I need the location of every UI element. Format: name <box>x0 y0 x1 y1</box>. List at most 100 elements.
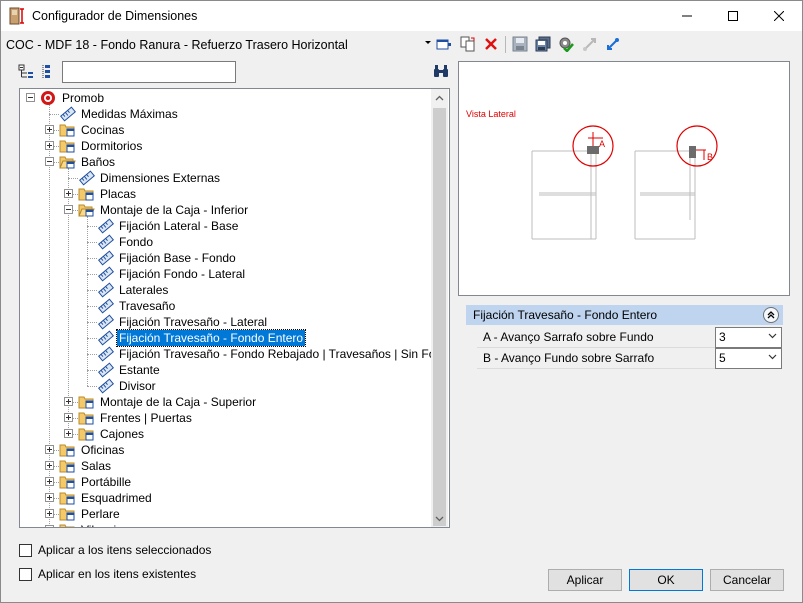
tree-item-label: Travesaño <box>119 299 176 313</box>
promob-logo-icon <box>40 90 58 106</box>
save-all-button[interactable] <box>534 35 552 53</box>
cancel-button[interactable]: Cancelar <box>710 569 784 591</box>
expand-toggle[interactable] <box>45 461 54 470</box>
expand-toggle[interactable] <box>45 525 54 527</box>
expand-toggle[interactable] <box>64 413 73 422</box>
export-arrow-icon <box>583 38 596 51</box>
close-button[interactable] <box>756 1 802 31</box>
tree-item[interactable]: Perlare <box>20 506 430 522</box>
ruler-icon <box>97 330 115 346</box>
property-group-header[interactable]: Fijación Travesaño - Fondo Entero <box>466 305 783 325</box>
collapse-toggle[interactable] <box>26 93 35 102</box>
tree-item-label: Montaje de la Caja - Inferior <box>100 203 249 217</box>
scroll-up-button[interactable] <box>431 89 448 106</box>
property-name: A - Avanço Sarrafo sobre Fundo <box>477 327 715 348</box>
tree-connector-line <box>87 242 97 243</box>
binoculars-icon[interactable] <box>433 64 449 78</box>
tree-item[interactable]: Dimensiones Externas <box>20 170 430 186</box>
tree-item[interactable]: Salas <box>20 458 430 474</box>
tree-connector-line <box>49 114 59 115</box>
tree-item[interactable]: Divisor <box>20 378 430 394</box>
tree-item[interactable]: Baños <box>20 154 430 170</box>
tree-item[interactable]: Montaje de la Caja - Superior <box>20 394 430 410</box>
app-icon <box>9 7 24 25</box>
configuration-select-value: COC - MDF 18 - Fondo Ranura - Refuerzo T… <box>6 38 348 52</box>
tree-item[interactable]: Portábille <box>20 474 430 490</box>
tree-item[interactable]: Estante <box>20 362 430 378</box>
checkbox-box[interactable] <box>19 567 32 581</box>
tree-item-label: Fondo <box>119 235 154 249</box>
delete-config-button[interactable] <box>482 35 500 53</box>
tree-connector-line <box>87 386 97 387</box>
new-config-button[interactable] <box>435 35 453 53</box>
expand-toggle[interactable] <box>45 493 54 502</box>
tree-search-input[interactable] <box>62 61 236 83</box>
main-toolbar: COC - MDF 18 - Fondo Ranura - Refuerzo T… <box>1 31 802 59</box>
ok-button[interactable]: OK <box>629 569 703 591</box>
scroll-thumb[interactable] <box>433 108 446 526</box>
export-button[interactable] <box>581 35 599 53</box>
checkbox-box[interactable] <box>19 543 32 557</box>
property-value-select[interactable]: 3 <box>715 327 782 348</box>
tree-connector-line <box>87 338 97 339</box>
double-chevron-up-icon <box>767 311 775 319</box>
tree-item[interactable]: Fijación Travesaño - Fondo Entero <box>20 329 430 347</box>
property-value-select[interactable]: 5 <box>715 348 782 369</box>
expand-toggle[interactable] <box>45 445 54 454</box>
expand-toggle[interactable] <box>45 141 54 150</box>
expand-toggle[interactable] <box>45 125 54 134</box>
tree-item[interactable]: Vilaceia <box>20 522 430 527</box>
tree-item[interactable]: Montaje de la Caja - Inferior <box>20 202 430 218</box>
tree-item[interactable]: Fondo <box>20 234 430 250</box>
tree-item[interactable]: Cocinas <box>20 122 430 138</box>
expand-toggle[interactable] <box>45 509 54 518</box>
tree-item[interactable]: Fijación Fondo - Lateral <box>20 266 430 282</box>
tree-item[interactable]: Frentes | Puertas <box>20 410 430 426</box>
tree-connector-line <box>87 322 97 323</box>
tree-item[interactable]: Cajones <box>20 426 430 442</box>
tree-connector-line <box>87 226 97 227</box>
tree-item[interactable]: Travesaño <box>20 298 430 314</box>
settings-check-button[interactable] <box>557 35 575 53</box>
scroll-down-button[interactable] <box>431 510 448 527</box>
expand-toggle[interactable] <box>45 477 54 486</box>
collapse-all-icon[interactable] <box>41 64 57 80</box>
apply-selected-checkbox[interactable]: Aplicar a los itens seleccionados <box>19 542 211 558</box>
apply-button[interactable]: Aplicar <box>548 569 622 591</box>
chevron-down-icon <box>768 333 777 339</box>
tree-scrollbar[interactable] <box>431 89 448 527</box>
apply-selected-label: Aplicar a los itens seleccionados <box>38 543 212 557</box>
tree-item[interactable]: Laterales <box>20 282 430 298</box>
tree-item[interactable]: Oficinas <box>20 442 430 458</box>
minimize-button[interactable] <box>664 1 710 31</box>
tree-item[interactable]: Fijación Lateral - Base <box>20 218 430 234</box>
collapse-group-button[interactable] <box>763 307 779 323</box>
tree-item[interactable]: Fijación Base - Fondo <box>20 250 430 266</box>
copy-config-button[interactable] <box>459 35 477 53</box>
toolbar-separator <box>505 36 506 53</box>
expand-all-icon[interactable] <box>18 64 34 80</box>
expand-toggle[interactable] <box>64 429 73 438</box>
tree-item[interactable]: Esquadrimed <box>20 490 430 506</box>
tree-connector-line <box>87 306 97 307</box>
ruler-icon <box>97 346 115 362</box>
tree-item[interactable]: Placas <box>20 186 430 202</box>
collapse-toggle[interactable] <box>64 205 73 214</box>
close-icon <box>774 11 784 21</box>
copy-icon <box>460 36 475 52</box>
tree-item[interactable]: Fijación Travesaño - Lateral <box>20 314 430 330</box>
configuration-select[interactable]: COC - MDF 18 - Fondo Ranura - Refuerzo T… <box>6 36 434 54</box>
tree-item[interactable]: Promob <box>20 90 430 106</box>
save-button[interactable] <box>511 35 529 53</box>
tree-item[interactable]: Dormitorios <box>20 138 430 154</box>
apply-existing-checkbox[interactable]: Aplicar en los itens existentes <box>19 566 196 582</box>
expand-toggle[interactable] <box>64 189 73 198</box>
folder-icon <box>59 506 77 522</box>
import-button[interactable] <box>604 35 622 53</box>
tree-item[interactable]: Medidas Máximas <box>20 106 430 122</box>
tree-item[interactable]: Fijación Travesaño - Fondo Rebajado | Tr… <box>20 346 449 362</box>
category-tree[interactable]: Promob Medidas Máximas Cocinas Dormitorios B… <box>19 88 450 528</box>
collapse-toggle[interactable] <box>45 157 54 166</box>
maximize-button[interactable] <box>710 1 756 31</box>
expand-toggle[interactable] <box>64 397 73 406</box>
